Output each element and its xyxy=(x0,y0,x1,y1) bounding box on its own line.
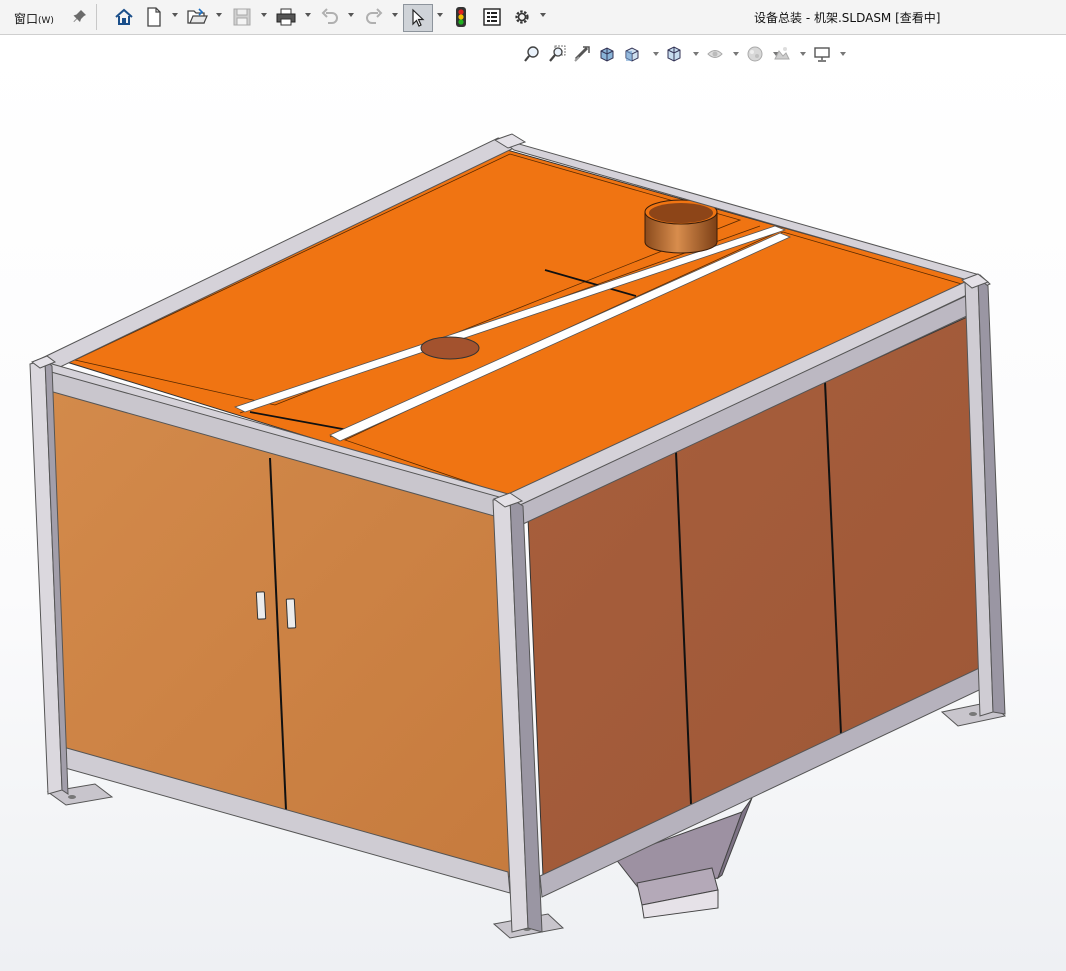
menu-window[interactable]: 窗口(W) xyxy=(14,10,54,27)
open-dropdown-icon[interactable] xyxy=(216,13,222,17)
undo-dropdown-icon[interactable] xyxy=(348,13,354,17)
file-properties-button[interactable] xyxy=(481,6,503,28)
rebuild-traffic-light-icon xyxy=(456,7,466,27)
undo-button[interactable] xyxy=(319,6,341,28)
file-properties-icon xyxy=(483,8,501,26)
home-button[interactable] xyxy=(113,6,135,28)
toolbar-separator xyxy=(96,4,97,30)
title-toolbar: 窗口(W) 设备总装 - 机架.SLDASM [查看中] xyxy=(0,0,1066,35)
duct-collar xyxy=(644,199,718,254)
graphics-area[interactable] xyxy=(0,35,1066,971)
options-dropdown-icon[interactable] xyxy=(540,13,546,17)
menu-window-accelerator: (W) xyxy=(38,16,54,26)
print-button[interactable] xyxy=(275,6,297,28)
new-document-icon xyxy=(147,7,161,27)
options-gear-icon xyxy=(515,10,529,24)
home-icon xyxy=(115,8,133,25)
undo-icon xyxy=(321,8,338,24)
select-dropdown-icon[interactable] xyxy=(437,13,443,17)
top-opening xyxy=(420,336,480,360)
redo-button[interactable] xyxy=(363,6,385,28)
options-button[interactable] xyxy=(511,6,533,28)
new-document-button[interactable] xyxy=(143,6,165,28)
pin-icon[interactable] xyxy=(72,8,88,24)
rebuild-button[interactable] xyxy=(450,6,472,28)
open-button[interactable] xyxy=(186,6,208,28)
save-button[interactable] xyxy=(231,6,253,28)
door-handle[interactable] xyxy=(255,591,267,620)
print-icon xyxy=(276,8,296,26)
save-dropdown-icon[interactable] xyxy=(261,13,267,17)
save-icon xyxy=(233,8,251,26)
redo-icon xyxy=(366,8,383,24)
open-folder-icon xyxy=(187,8,208,24)
menu-window-label: 窗口 xyxy=(14,12,39,26)
select-button[interactable] xyxy=(403,4,433,32)
document-title: 设备总装 - 机架.SLDASM [查看中] xyxy=(754,11,941,25)
select-cursor-icon xyxy=(412,8,425,27)
3d-model-view[interactable] xyxy=(0,35,1066,971)
redo-dropdown-icon[interactable] xyxy=(392,13,398,17)
print-dropdown-icon[interactable] xyxy=(305,13,311,17)
new-document-dropdown-icon[interactable] xyxy=(172,13,178,17)
door-handle[interactable] xyxy=(285,598,297,629)
